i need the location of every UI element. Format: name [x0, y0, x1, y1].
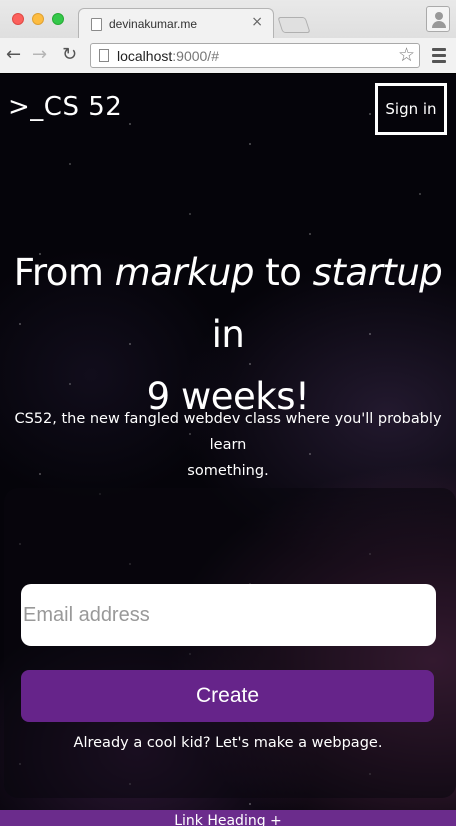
window-controls: [12, 13, 64, 25]
hero-text: to: [253, 251, 313, 294]
hero-text: in: [211, 313, 245, 356]
page-icon: [99, 49, 109, 62]
profile-button[interactable]: [426, 6, 450, 32]
tab-bar: devinakumar.me ×: [0, 0, 456, 38]
url-path: :9000/#: [172, 48, 219, 64]
navigation-bar: ← → ↻ localhost:9000/# ☆: [0, 38, 456, 73]
zoom-window-button[interactable]: [52, 13, 64, 25]
subtitle-line-2: something.: [187, 463, 269, 479]
tab-title: devinakumar.me: [109, 17, 198, 31]
hero-line-1: From markup to startup in: [0, 242, 456, 366]
browser-menu-icon[interactable]: [432, 48, 446, 66]
page-icon: [91, 18, 102, 31]
cool-kid-link[interactable]: Already a cool kid? Let's make a webpage…: [0, 735, 456, 751]
url-text: localhost:9000/#: [117, 48, 219, 64]
person-icon-body: [432, 21, 446, 28]
hero-text: From: [13, 251, 115, 294]
address-bar[interactable]: localhost:9000/# ☆: [90, 43, 420, 68]
brand-logo[interactable]: >_CS 52: [8, 92, 122, 122]
hero-emphasis-startup: startup: [312, 251, 443, 294]
browser-chrome: devinakumar.me × ← → ↻ localhost:9000/# …: [0, 0, 456, 73]
link-heading[interactable]: Link Heading +: [0, 813, 456, 826]
back-button[interactable]: ←: [6, 45, 21, 65]
close-window-button[interactable]: [12, 13, 24, 25]
menu-bar-line: [432, 54, 446, 57]
person-icon: [435, 12, 443, 20]
page-content: >_CS 52 Sign in From markup to startup i…: [0, 74, 456, 826]
forward-button[interactable]: →: [32, 45, 47, 65]
subtitle: CS52, the new fangled webdev class where…: [0, 406, 456, 484]
subtitle-line-1: CS52, the new fangled webdev class where…: [14, 411, 442, 453]
menu-bar-line: [432, 60, 446, 63]
reload-button[interactable]: ↻: [62, 45, 77, 65]
menu-bar-line: [432, 48, 446, 51]
email-field[interactable]: Email address: [21, 584, 436, 646]
browser-tab[interactable]: devinakumar.me ×: [78, 8, 274, 38]
sign-in-button[interactable]: Sign in: [375, 83, 447, 135]
hero-emphasis-markup: markup: [114, 251, 255, 294]
bookmark-star-icon[interactable]: ☆: [398, 44, 415, 66]
minimize-window-button[interactable]: [32, 13, 44, 25]
hero-heading: From markup to startup in 9 weeks!: [0, 242, 456, 428]
url-host: localhost: [117, 48, 173, 64]
new-tab-button[interactable]: [277, 17, 311, 33]
tab-close-icon[interactable]: ×: [251, 14, 263, 30]
create-button[interactable]: Create: [21, 670, 434, 722]
